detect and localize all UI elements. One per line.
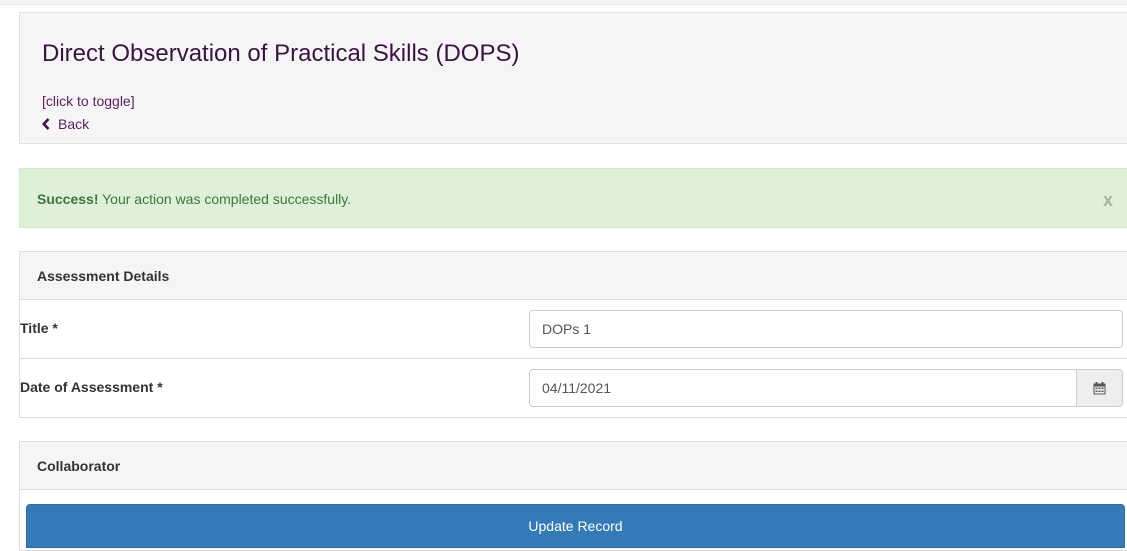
date-of-assessment-input[interactable] <box>529 369 1077 407</box>
alert-strong: Success! <box>37 191 99 207</box>
alert-text: Success! Your action was completed succe… <box>37 191 351 207</box>
page-header: Direct Observation of Practical Skills (… <box>19 12 1127 144</box>
page-title: Direct Observation of Practical Skills (… <box>42 40 520 67</box>
calendar-icon <box>1093 381 1106 394</box>
close-alert-button[interactable]: x <box>1103 191 1113 209</box>
title-row: Title * <box>20 300 1127 359</box>
assessment-details-panel: Assessment Details Title * Date of Asses… <box>19 251 1127 418</box>
chevron-left-icon <box>42 118 50 130</box>
back-link[interactable]: Back <box>42 115 89 133</box>
title-input[interactable] <box>529 310 1123 348</box>
assessment-details-heading: Assessment Details <box>20 252 1127 300</box>
toggle-link[interactable]: [click to toggle] <box>42 93 135 109</box>
date-label: Date of Assessment * <box>20 379 163 395</box>
alert-message: Your action was completed successfully. <box>98 191 352 207</box>
success-alert: Success! Your action was completed succe… <box>19 168 1127 228</box>
collaborator-heading: Collaborator <box>20 442 1127 490</box>
calendar-button[interactable] <box>1076 369 1123 407</box>
title-label: Title * <box>20 320 58 336</box>
top-divider <box>0 0 1127 5</box>
back-label: Back <box>58 116 90 132</box>
date-row: Date of Assessment * <box>20 359 1127 418</box>
update-record-button[interactable]: Update Record <box>26 504 1125 548</box>
date-input-group <box>529 369 1123 407</box>
